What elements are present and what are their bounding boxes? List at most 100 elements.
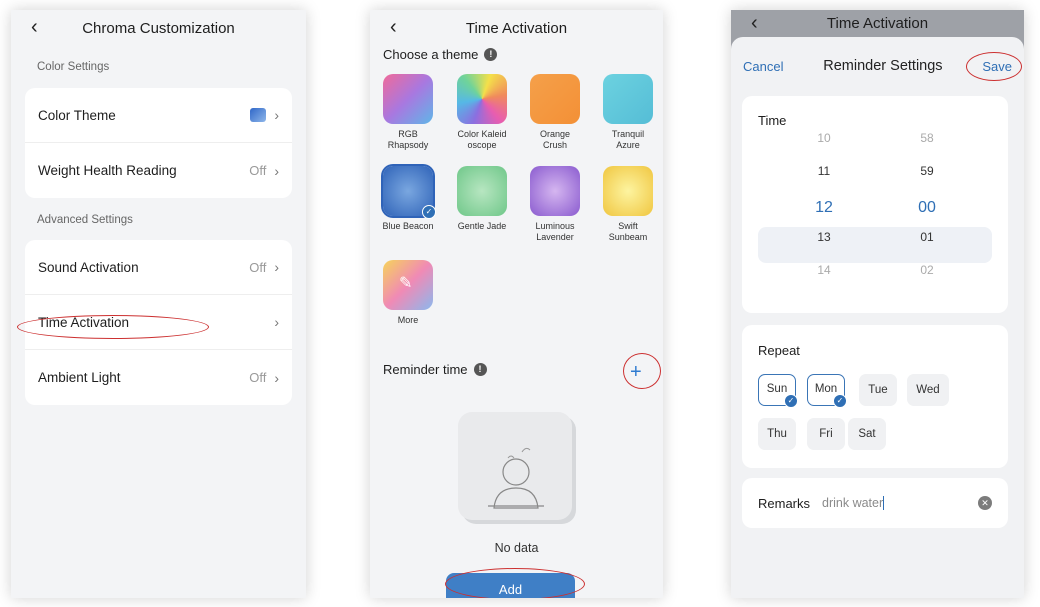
back-icon[interactable]: ‹ <box>31 17 38 37</box>
ambient-light-value: Off <box>249 370 267 385</box>
theme-name: Luminous Lavender <box>535 221 575 242</box>
selected-check-icon: ✓ <box>422 205 436 219</box>
minute-option[interactable]: 00 <box>902 199 952 217</box>
selected-check-icon: ✓ <box>833 394 847 408</box>
theme-name: Orange Crush <box>539 129 571 150</box>
hour-option[interactable]: 11 <box>799 164 849 178</box>
theme-swatch <box>530 166 580 216</box>
nav-bar: ‹ Time Activation <box>370 10 663 46</box>
theme-tile[interactable]: Tranquil Azure <box>595 74 661 151</box>
selected-check-icon: ✓ <box>784 394 798 408</box>
theme-swatch <box>457 166 507 216</box>
color-theme-row[interactable]: Color Theme › <box>25 88 292 143</box>
minute-option[interactable]: 02 <box>902 263 952 277</box>
hour-option[interactable]: 13 <box>799 230 849 244</box>
theme-tile[interactable]: ✎ More <box>375 260 441 326</box>
repeat-card: Repeat Sun ✓ Mon ✓ Tue Wed Thu Fri Sat <box>742 325 1008 468</box>
day-label: Sun <box>766 383 788 395</box>
time-activation-screen: ‹ Time Activation Choose a theme ! RGB R… <box>370 10 663 598</box>
clear-icon[interactable]: ✕ <box>978 496 992 510</box>
reminder-time-heading: Reminder time ! <box>383 362 487 377</box>
theme-name: Blue Beacon <box>382 221 434 231</box>
color-settings-header: Color Settings <box>37 61 110 73</box>
weight-health-value: Off <box>249 163 267 178</box>
theme-tile[interactable]: Orange Crush <box>522 74 588 151</box>
theme-name: Gentle Jade <box>457 221 507 231</box>
sound-activation-row[interactable]: Sound Activation Off › <box>25 240 292 295</box>
day-wed-button[interactable]: Wed <box>907 374 949 406</box>
hour-option[interactable]: 10 <box>799 131 849 145</box>
sound-activation-label: Sound Activation <box>38 259 139 275</box>
minute-option[interactable]: 58 <box>902 131 952 145</box>
weight-health-row[interactable]: Weight Health Reading Off › <box>25 143 292 198</box>
no-data-text: No data <box>494 541 539 555</box>
weight-health-label: Weight Health Reading <box>38 163 177 178</box>
theme-swatch <box>530 74 580 124</box>
remarks-value: drink water <box>822 495 884 510</box>
theme-swatch <box>603 166 653 216</box>
cancel-button[interactable]: Cancel <box>743 59 783 74</box>
day-label: Sat <box>858 428 876 440</box>
day-label: Fri <box>819 428 833 440</box>
day-mon-button[interactable]: Mon ✓ <box>807 374 847 408</box>
chevron-right-icon: › <box>274 107 279 123</box>
theme-tile[interactable]: Luminous Lavender <box>522 166 588 243</box>
repeat-label: Repeat <box>758 343 800 358</box>
advanced-settings-header: Advanced Settings <box>37 214 133 226</box>
minute-option[interactable]: 01 <box>902 230 952 244</box>
day-tue-button[interactable]: Tue <box>859 374 897 406</box>
info-icon[interactable]: ! <box>473 363 487 376</box>
choose-theme-label: Choose a theme <box>383 47 479 62</box>
chevron-right-icon: › <box>274 369 279 386</box>
chevron-right-icon: › <box>274 259 279 275</box>
dimmed-nav-bar: ‹ Time Activation <box>731 10 1024 37</box>
theme-tile[interactable]: Color Kaleid oscope <box>449 74 515 151</box>
ambient-light-row[interactable]: Ambient Light Off › <box>25 350 292 405</box>
theme-swatch <box>457 74 507 124</box>
time-label: Time <box>758 113 787 128</box>
text-caret <box>883 496 885 511</box>
day-sat-button[interactable]: Sat <box>848 418 886 450</box>
hour-option[interactable]: 12 <box>799 199 849 217</box>
sheet-title: Reminder Settings <box>823 58 943 74</box>
day-thu-button[interactable]: Thu <box>758 418 796 450</box>
theme-swatch-icon <box>250 108 267 122</box>
remarks-card: Remarks drink water ✕ <box>742 478 1008 528</box>
theme-swatch: ✎ <box>383 260 433 310</box>
screen-title: Time Activation <box>465 19 568 37</box>
dimmed-title: Time Activation <box>826 15 929 32</box>
screen-title: Chroma Customization <box>82 19 235 37</box>
remarks-input[interactable]: drink water <box>822 495 885 511</box>
theme-tile[interactable]: RGB Rhapsody <box>375 74 441 151</box>
day-sun-button[interactable]: Sun ✓ <box>758 374 798 408</box>
theme-name: More <box>397 315 419 325</box>
reminder-settings-sheet: Cancel Reminder Settings Save Time 10 11 1… <box>731 37 1024 598</box>
info-icon[interactable]: ! <box>484 48 498 61</box>
theme-name: RGB Rhapsody <box>387 129 429 150</box>
theme-name: Color Kaleid oscope <box>457 129 507 150</box>
day-label: Thu <box>767 428 787 440</box>
theme-tile[interactable]: Swift Sunbeam <box>595 166 661 243</box>
day-label: Mon <box>814 383 838 395</box>
theme-swatch <box>383 74 433 124</box>
ambient-light-label: Ambient Light <box>38 370 121 385</box>
minute-option[interactable]: 59 <box>902 164 952 178</box>
time-card: Time 10 11 12 13 14 58 59 00 01 02 <box>742 96 1008 313</box>
hour-option[interactable]: 14 <box>799 263 849 277</box>
theme-name: Tranquil Azure <box>611 129 645 150</box>
highlight-ellipse <box>445 568 585 598</box>
theme-name: Swift Sunbeam <box>608 221 648 242</box>
remarks-label: Remarks <box>758 495 811 511</box>
day-label: Tue <box>868 384 888 396</box>
highlight-ellipse <box>623 353 661 389</box>
choose-theme-heading: Choose a theme ! <box>383 47 498 62</box>
theme-tile[interactable]: ✓ Blue Beacon <box>375 166 441 232</box>
edit-icon: ✎ <box>399 275 413 292</box>
day-fri-button[interactable]: Fri <box>807 418 845 450</box>
highlight-ellipse <box>966 52 1022 81</box>
empty-state-illustration <box>458 412 572 520</box>
theme-tile[interactable]: Gentle Jade <box>449 166 515 232</box>
sound-activation-value: Off <box>249 259 267 275</box>
nav-bar: ‹ Chroma Customization <box>11 10 306 46</box>
back-icon[interactable]: ‹ <box>390 17 397 37</box>
